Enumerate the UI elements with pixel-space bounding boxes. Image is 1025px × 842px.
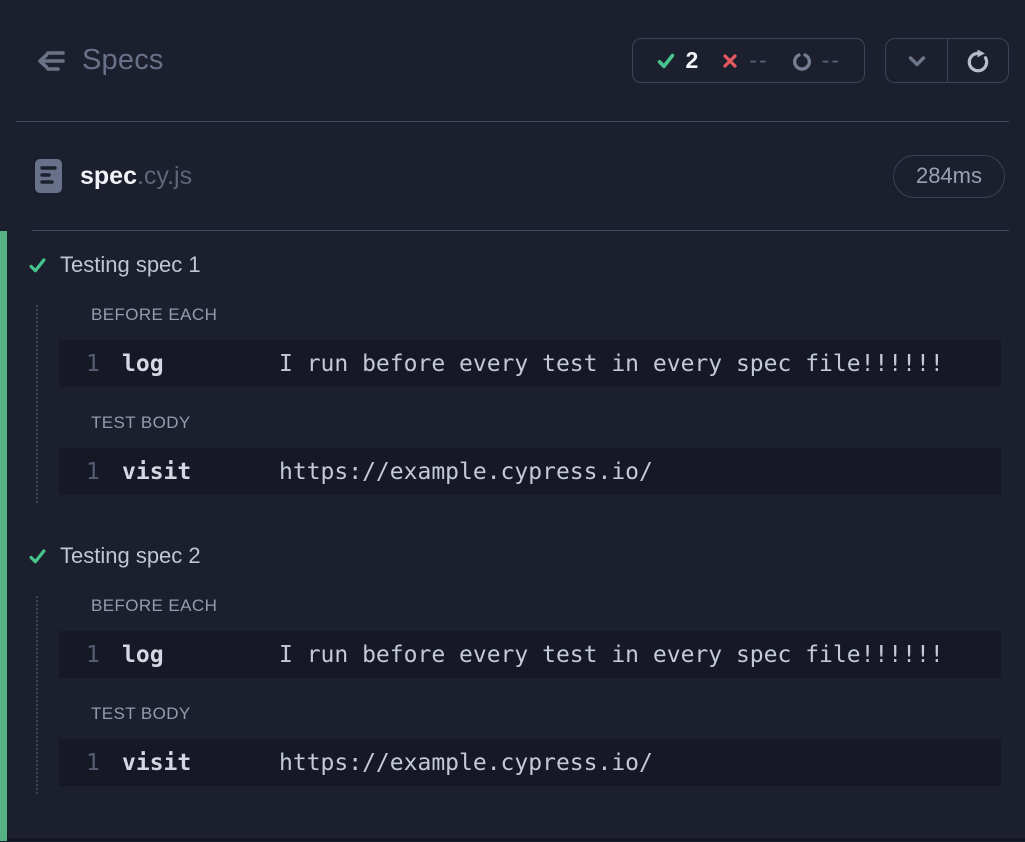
- spec-file-header: spec.cy.js 284ms: [32, 122, 1009, 231]
- command-name: visit: [122, 459, 279, 485]
- spec-filename: spec.cy.js: [80, 162, 192, 191]
- header-button-group: [885, 38, 1009, 83]
- section-label-before-each: BEFORE EACH: [91, 305, 1025, 325]
- command-row-visit[interactable]: 1 visit https://example.cypress.io/: [59, 448, 1001, 495]
- command-name: visit: [122, 750, 279, 776]
- spec-filename-base: spec: [80, 162, 137, 190]
- command-number: 1: [59, 750, 122, 776]
- test-passed-check-icon: [28, 256, 47, 275]
- test-passed-check-icon: [28, 547, 47, 566]
- runnables-container: Testing spec 1 BEFORE EACH 1 log I run b…: [0, 231, 1025, 841]
- spec-filename-extension: .cy.js: [137, 162, 192, 190]
- spec-file-icon: [34, 157, 63, 195]
- command-row-visit[interactable]: 1 visit https://example.cypress.io/: [59, 739, 1001, 786]
- test-title: Testing spec 2: [60, 543, 201, 569]
- collapse-all-button[interactable]: [886, 39, 947, 82]
- command-message: https://example.cypress.io/: [279, 459, 653, 485]
- command-number: 1: [59, 642, 122, 668]
- command-row-log[interactable]: 1 log I run before every test in every s…: [59, 631, 1001, 678]
- command-number: 1: [59, 459, 122, 485]
- page-title: Specs: [82, 44, 164, 77]
- run-stats: 2 -- --: [632, 38, 865, 83]
- section-label-test-body: TEST BODY: [91, 413, 1025, 433]
- command-name: log: [122, 642, 279, 668]
- chevron-down-icon: [905, 49, 929, 73]
- bottom-edge: [7, 838, 1025, 841]
- section-label-before-each: BEFORE EACH: [91, 596, 1025, 616]
- test-title: Testing spec 1: [60, 252, 201, 278]
- failed-count: --: [749, 47, 768, 74]
- command-message: https://example.cypress.io/: [279, 750, 653, 776]
- test-title-row[interactable]: Testing spec 2: [0, 539, 1025, 573]
- reporter-header: Specs 2 -: [16, 0, 1009, 122]
- cypress-reporter: Specs 2 -: [0, 0, 1025, 842]
- command-number: 1: [59, 351, 122, 377]
- command-message: I run before every test in every spec fi…: [279, 642, 944, 668]
- test-block-1: Testing spec 1 BEFORE EACH 1 log I run b…: [0, 248, 1025, 503]
- rerun-tests-button[interactable]: [947, 39, 1008, 82]
- pending-circle-icon: [792, 51, 812, 71]
- test-title-row[interactable]: Testing spec 1: [0, 248, 1025, 282]
- stat-pending: --: [792, 47, 841, 74]
- spec-duration-badge: 284ms: [893, 155, 1005, 198]
- passed-check-icon: [656, 51, 676, 71]
- command-name: log: [122, 351, 279, 377]
- test-content: BEFORE EACH 1 log I run before every tes…: [36, 596, 1025, 794]
- back-to-specs-button[interactable]: [32, 46, 66, 76]
- pass-status-bar: [0, 231, 7, 841]
- passed-count: 2: [686, 47, 699, 74]
- stat-failed: --: [721, 47, 768, 74]
- section-label-test-body: TEST BODY: [91, 704, 1025, 724]
- refresh-icon: [965, 48, 991, 74]
- failed-x-icon: [721, 52, 739, 70]
- specs-list-back-icon: [32, 46, 66, 76]
- test-content: BEFORE EACH 1 log I run before every tes…: [36, 305, 1025, 503]
- command-row-log[interactable]: 1 log I run before every test in every s…: [59, 340, 1001, 387]
- test-block-2: Testing spec 2 BEFORE EACH 1 log I run b…: [0, 539, 1025, 794]
- command-message: I run before every test in every spec fi…: [279, 351, 944, 377]
- stat-passed: 2: [656, 47, 699, 74]
- pending-count: --: [822, 47, 841, 74]
